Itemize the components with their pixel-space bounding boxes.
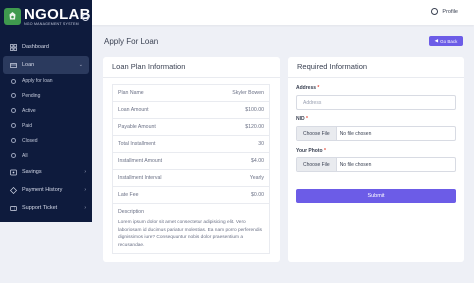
sidebar-item-payment-history[interactable]: Payment History › (0, 181, 92, 199)
circle-icon (11, 108, 16, 113)
sidebar-subitem-pending[interactable]: Pending (0, 88, 92, 103)
list-item: Payable Amount $120.00 (113, 119, 269, 136)
address-label: Address * (296, 85, 320, 91)
circle-icon (11, 93, 16, 98)
list-item: Installment Amount $4.00 (113, 153, 269, 170)
row-value: Skyler Bowen (232, 90, 264, 96)
sidebar-item-label: Support Ticket (22, 205, 58, 211)
photo-label-text: Your Photo (296, 148, 323, 154)
profile-menu[interactable]: Profile (431, 8, 458, 15)
list-item: Late Fee $0.00 (113, 187, 269, 204)
user-icon (431, 8, 439, 15)
topbar: Profile (92, 0, 474, 25)
sidebar-subitem-label: Closed (22, 137, 38, 144)
nid-label: NID * (296, 116, 308, 122)
list-item: Loan Amount $100.00 (113, 102, 269, 119)
sidebar: NGOLAB NGO MANAGEMENT SYSTEM Dashboard L… (0, 0, 92, 222)
go-back-button[interactable]: ◀ Go Back (429, 36, 463, 46)
sidebar-item-savings[interactable]: Savings › (0, 163, 92, 181)
list-item: Plan Name Skyler Bowen (113, 85, 269, 102)
sidebar-item-label: Loan (22, 62, 35, 68)
sidebar-subitem-closed[interactable]: Closed (0, 133, 92, 148)
chevron-down-icon: ⌄ (78, 62, 83, 68)
sidebar-subitem-active[interactable]: Active (0, 103, 92, 118)
chevron-right-icon: › (84, 205, 86, 211)
sidebar-subitem-label: Active (22, 107, 36, 114)
row-value: 30 (258, 141, 264, 147)
savings-icon (10, 169, 17, 176)
nid-label-text: NID (296, 116, 305, 122)
row-value: $4.00 (251, 158, 264, 164)
description-label: Description (118, 209, 144, 215)
row-label: Payable Amount (118, 124, 156, 130)
sidebar-item-loan[interactable]: Loan ⌄ (3, 56, 89, 74)
sidebar-subitem-label: Apply for loan (22, 78, 53, 84)
row-label: Installment Interval (118, 175, 162, 181)
required-info-title: Required Information (297, 62, 368, 71)
sidebar-subitem-label: Pending (22, 92, 41, 99)
circle-icon (11, 153, 16, 158)
sidebar-subitem-paid[interactable]: Paid (0, 118, 92, 133)
circle-icon (11, 138, 16, 143)
row-label: Plan Name (118, 90, 144, 96)
nid-file-input[interactable]: Choose File No file chosen (296, 126, 456, 141)
list-item: Total Installment 30 (113, 136, 269, 153)
page-title: Apply For Loan (104, 37, 159, 46)
support-ticket-icon (10, 205, 17, 212)
sidebar-subitem-label: Paid (22, 122, 33, 129)
loan-plan-list: Plan Name Skyler Bowen Loan Amount $100.… (112, 84, 270, 254)
card-divider (103, 77, 280, 78)
sidebar-item-label: Dashboard (22, 44, 49, 50)
row-label: Loan Amount (118, 107, 149, 113)
submit-button[interactable]: Submit (296, 189, 456, 203)
dashboard-icon (10, 43, 17, 51)
circle-icon (11, 123, 16, 128)
description-block: Description Lorem ipsum dolor sit amet c… (113, 204, 269, 253)
photo-file-input[interactable]: Choose File No file chosen (296, 157, 456, 172)
loan-plan-title: Loan Plan Information (112, 62, 186, 71)
choose-file-button[interactable]: Choose File (297, 127, 337, 140)
file-status: No file chosen (339, 130, 372, 137)
brand-name: NGOLAB (24, 5, 91, 23)
row-value: Yearly (249, 175, 264, 181)
row-value: $120.00 (245, 124, 264, 130)
row-value: $0.00 (251, 192, 264, 198)
address-label-text: Address (296, 85, 317, 91)
go-back-label: Go Back (440, 38, 458, 44)
row-label: Late Fee (118, 192, 139, 198)
choose-file-button[interactable]: Choose File (297, 158, 337, 171)
sidebar-subitem-apply-for-loan[interactable]: Apply for loan (0, 74, 92, 88)
address-placeholder: Address (303, 99, 322, 106)
sidebar-subitem-label: All (22, 152, 28, 159)
brand[interactable]: NGOLAB NGO MANAGEMENT SYSTEM (0, 0, 92, 33)
payment-history-icon (10, 186, 17, 194)
circle-icon (11, 78, 16, 84)
description-text: Lorem ipsum dolor sit amet consectetur a… (118, 220, 262, 248)
sidebar-item-dashboard[interactable]: Dashboard (0, 38, 92, 56)
brand-subtitle: NGO MANAGEMENT SYSTEM (24, 21, 79, 26)
arrow-left-icon: ◀ (434, 38, 439, 43)
card-divider (288, 77, 464, 78)
row-value: $100.00 (245, 107, 264, 113)
sidebar-item-label: Payment History (22, 187, 63, 193)
sidebar-collapse-icon[interactable] (82, 14, 89, 21)
sidebar-subitem-all[interactable]: All (0, 148, 92, 163)
chevron-right-icon: › (84, 169, 86, 175)
row-label: Installment Amount (118, 158, 163, 164)
logo-icon (4, 8, 21, 25)
sidebar-item-support-ticket[interactable]: Support Ticket › (0, 199, 92, 217)
row-label: Total Installment (118, 141, 156, 147)
photo-label: Your Photo * (296, 148, 326, 154)
list-item: Installment Interval Yearly (113, 170, 269, 187)
sidebar-item-label: Savings (22, 169, 42, 175)
chevron-right-icon: › (84, 187, 86, 193)
loan-icon (10, 62, 17, 69)
profile-label: Profile (442, 8, 458, 15)
address-input[interactable]: Address (296, 95, 456, 110)
file-status: No file chosen (339, 161, 372, 168)
